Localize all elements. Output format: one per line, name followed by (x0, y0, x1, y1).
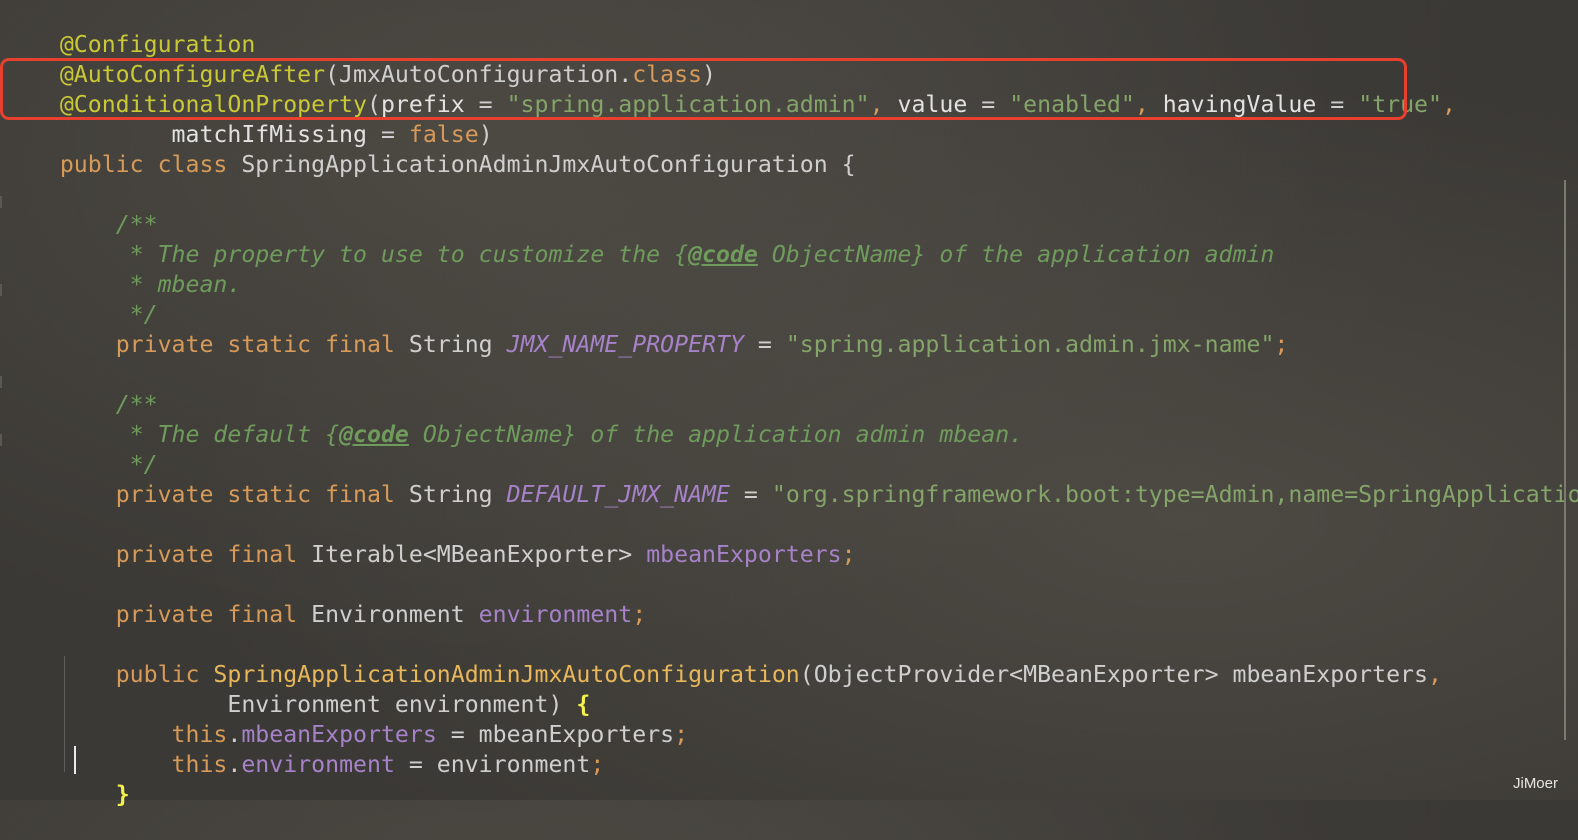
code-token: = environment (394, 751, 591, 778)
type-token: Iterable<MBeanExporter> (311, 541, 647, 568)
code-line: private final Environment environment; (4, 570, 647, 628)
brace-token: } (115, 781, 130, 808)
string-token: "org.springframework.boot:type=Admin,nam… (771, 481, 1578, 508)
code-token: , (1427, 661, 1442, 688)
field-token: environment (241, 751, 395, 778)
code-editor[interactable]: @Configuration @AutoConfigureAfter(JmxAu… (0, 0, 1578, 808)
highlight-box (0, 58, 1407, 120)
keyword-token: private static final (115, 331, 409, 358)
indent-guide (64, 656, 65, 772)
code-token: ; (1274, 331, 1289, 358)
code-line: this.environment = environment; (4, 720, 605, 778)
code-token: . (227, 751, 242, 778)
class-name-token: SpringApplicationAdminJmxAutoConfigurati… (241, 151, 856, 178)
field-token: mbeanExporters (646, 541, 842, 568)
code-token: ; (590, 751, 605, 778)
code-line: public SpringApplicationAdminJmxAutoConf… (4, 630, 1442, 688)
code-token: = (743, 331, 786, 358)
type-token: Environment (311, 601, 479, 628)
fold-marker-icon[interactable] (0, 376, 8, 388)
comment-token: ObjectName} of the application admin mbe… (408, 421, 1024, 448)
type-token: String (408, 481, 507, 508)
comment-token: ObjectName} of the application admin (757, 241, 1275, 268)
text-caret (74, 746, 76, 774)
watermark: JiMoer (1512, 775, 1558, 792)
code-line: * The default {@code ObjectName} of the … (4, 390, 1023, 448)
code-token: ; (674, 721, 689, 748)
code-line: */ (4, 270, 158, 328)
code-line: private static final String JMX_NAME_PRO… (4, 300, 1289, 358)
code-line: this.mbeanExporters = mbeanExporters; (4, 690, 689, 748)
code-line: @AutoConfigureAfter(JmxAutoConfiguration… (4, 30, 716, 88)
code-line: */ (4, 420, 158, 478)
code-line: * mbean. (4, 240, 242, 298)
doc-tag-token: @code (339, 421, 409, 448)
field-token: environment (478, 601, 633, 628)
constant-token: JMX_NAME_PROPERTY (506, 331, 744, 358)
scrollbar[interactable] (1564, 180, 1578, 740)
code-token: ; (841, 541, 856, 568)
keyword-token: private static final (115, 481, 409, 508)
code-line: private final Iterable<MBeanExporter> mb… (4, 510, 856, 568)
fold-marker-icon[interactable] (0, 434, 8, 446)
code-line: /** (4, 360, 158, 418)
fold-marker-icon[interactable] (0, 284, 8, 296)
code-line: } (4, 750, 130, 808)
keyword-token: this (171, 751, 228, 778)
code-token: , (1441, 91, 1456, 118)
code-token: ; (632, 601, 647, 628)
code-token: (ObjectProvider<MBeanExporter> mbeanExpo… (799, 661, 1428, 688)
code-line: private static final String DEFAULT_JMX_… (4, 450, 1578, 508)
fold-marker-icon[interactable] (0, 196, 8, 208)
doc-tag-token: @code (688, 241, 758, 268)
code-line: Environment environment) { (4, 660, 590, 718)
code-line: * The property to use to customize the {… (4, 210, 1275, 268)
keyword-token: private final (115, 541, 312, 568)
constant-token: DEFAULT_JMX_NAME (506, 481, 730, 508)
type-token: String (408, 331, 507, 358)
code-line: @Configuration (4, 0, 255, 58)
string-token: "spring.application.admin.jmx-name" (785, 331, 1275, 358)
code-line: /** (4, 180, 158, 238)
keyword-token: private final (115, 601, 312, 628)
code-token: = (729, 481, 772, 508)
code-line: public class SpringApplicationAdminJmxAu… (4, 120, 856, 178)
keyword-token: public class (59, 151, 242, 178)
